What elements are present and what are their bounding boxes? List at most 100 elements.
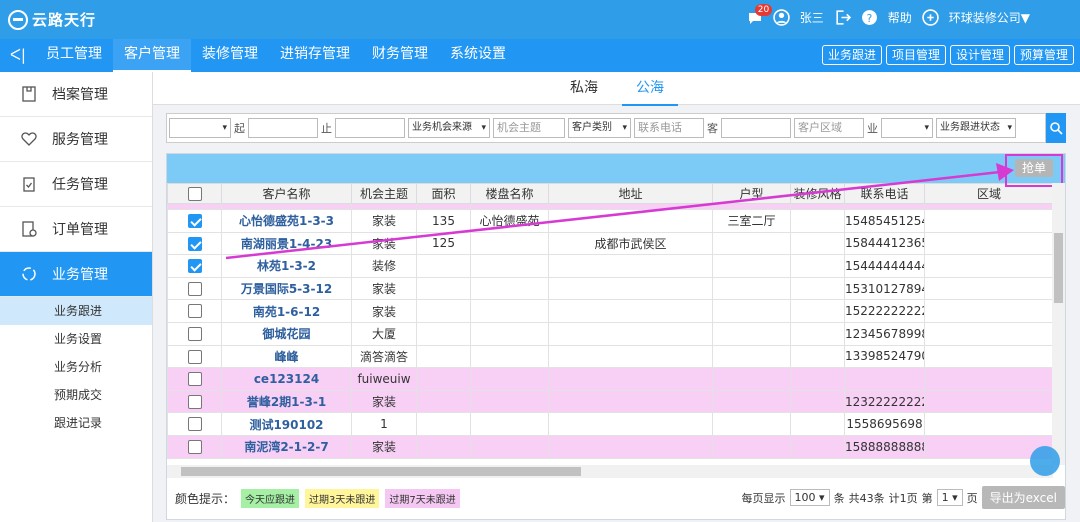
date-type-select[interactable] [169, 118, 231, 138]
row-select-cell[interactable] [167, 412, 222, 436]
collapse-icon[interactable]: ᐸ| [10, 46, 26, 64]
row-select-cell[interactable] [167, 254, 222, 278]
table-row[interactable]: 南苑1-6-12 家装 15222222222 [167, 299, 1054, 323]
row-checkbox[interactable] [187, 372, 202, 387]
row-checkbox[interactable] [187, 417, 202, 432]
row-select-cell[interactable] [167, 299, 222, 323]
scroll-thumb[interactable] [1054, 233, 1063, 303]
row-select-cell[interactable] [167, 367, 222, 391]
row-select-cell[interactable] [167, 434, 222, 459]
row-checkbox[interactable] [187, 236, 202, 251]
row-select-cell[interactable] [167, 209, 222, 233]
table-row[interactable]: 南泥湾2-1-2-7 家装 15888888888 [167, 434, 1054, 459]
customer-name-cell[interactable]: 御城花园 [221, 321, 352, 346]
row-checkbox[interactable] [187, 281, 202, 296]
customer-name-cell[interactable]: ce123124 [221, 367, 352, 391]
row-select-cell[interactable] [167, 344, 222, 369]
col-header[interactable]: 装修风格 [790, 183, 845, 204]
row-checkbox[interactable] [187, 349, 202, 364]
follow-status-select[interactable]: 业务跟进状态 [936, 118, 1016, 138]
nav-item-customer[interactable]: 客户管理 [113, 39, 191, 72]
col-header[interactable]: 机会主题 [351, 183, 417, 204]
vertical-scrollbar[interactable] [1052, 183, 1065, 465]
user-name[interactable]: 张三 [800, 9, 824, 26]
table-row[interactable]: ce123124 fuiweuiw [167, 367, 1054, 391]
nav-item-staff[interactable]: 员工管理 [35, 39, 113, 72]
subject-input[interactable]: 机会主题 [493, 118, 565, 138]
area-input[interactable]: 客户区域 [794, 118, 864, 138]
sidebar-item-business[interactable]: 业务管理 [0, 252, 152, 297]
budget-button[interactable]: 预算管理 [1013, 45, 1074, 65]
logout-icon[interactable] [834, 9, 851, 26]
table-row[interactable]: 峰峰 滴答滴答 13398524790 [167, 344, 1054, 369]
customer-name-cell[interactable]: 心怡德盛苑1-3-3 [221, 209, 352, 233]
table-row[interactable]: 誉峰2期1-3-1 家装 12322222222 [167, 389, 1054, 414]
row-checkbox[interactable] [187, 259, 202, 274]
design-button[interactable]: 设计管理 [949, 45, 1010, 65]
company-dropdown[interactable]: 环球装修公司▼ [949, 9, 1030, 26]
col-header[interactable]: 面积 [416, 183, 471, 204]
row-select-cell[interactable] [167, 276, 222, 301]
project-button[interactable]: 项目管理 [885, 45, 946, 65]
app-logo[interactable]: 云路天行 [8, 9, 96, 30]
row-checkbox[interactable] [187, 214, 202, 229]
col-header[interactable]: 地址 [548, 183, 713, 204]
nav-item-inventory[interactable]: 进销存管理 [269, 39, 361, 72]
search-button[interactable] [1046, 113, 1066, 143]
col-header[interactable]: 户型 [712, 183, 791, 204]
sidebar-sub-records[interactable]: 跟进记录 [0, 409, 152, 437]
customer-type-select[interactable]: 客户类别 [568, 118, 631, 138]
nav-item-decoration[interactable]: 装修管理 [191, 39, 269, 72]
sidebar-sub-follow-up[interactable]: 业务跟进 [0, 297, 152, 325]
tab-private-pool[interactable]: 私海 [570, 72, 598, 104]
tab-public-pool[interactable]: 公海 [622, 72, 678, 106]
follow-up-button[interactable]: 业务跟进 [821, 45, 882, 65]
horizontal-scrollbar[interactable] [167, 465, 1053, 478]
sidebar-item-service[interactable]: 服务管理 [0, 117, 152, 162]
page-select[interactable]: 1 ▾ [936, 489, 963, 506]
row-checkbox[interactable] [187, 394, 202, 409]
customer-name-cell[interactable]: 誉峰2期1-3-1 [221, 389, 352, 414]
row-select-cell[interactable] [167, 321, 222, 346]
sidebar-sub-settings[interactable]: 业务设置 [0, 325, 152, 353]
sidebar-sub-analysis[interactable]: 业务分析 [0, 353, 152, 381]
customer-name-cell[interactable]: 南泥湾2-1-2-7 [221, 434, 352, 459]
source-select[interactable]: 业务机会来源 [408, 118, 490, 138]
guest-input[interactable] [721, 118, 791, 138]
phone-input[interactable]: 联系电话 [634, 118, 704, 138]
customer-name-cell[interactable]: 测试190102 [221, 412, 352, 436]
sidebar-sub-expected-deal[interactable]: 预期成交 [0, 381, 152, 409]
customer-name-cell[interactable]: 南湖丽景1-4-23 [221, 231, 352, 256]
nav-item-settings[interactable]: 系统设置 [439, 39, 517, 72]
customer-name-cell[interactable]: 南苑1-6-12 [221, 299, 352, 323]
customer-name-cell[interactable]: 峰峰 [221, 344, 352, 369]
sidebar-item-order[interactable]: 订单管理 [0, 207, 152, 252]
per-page-select[interactable]: 100 ▾ [789, 489, 830, 506]
start-date-input[interactable] [248, 118, 318, 138]
row-select-cell[interactable] [167, 231, 222, 256]
col-header[interactable]: 客户名称 [221, 183, 352, 204]
sidebar-item-archive[interactable]: 档案管理 [0, 72, 152, 117]
table-row[interactable]: 林苑1-3-2 装修 15444444444 [167, 254, 1054, 278]
row-select-cell[interactable] [167, 389, 222, 414]
help-link[interactable]: 帮助 [888, 9, 912, 26]
end-date-input[interactable] [335, 118, 405, 138]
col-header[interactable]: 楼盘名称 [470, 183, 549, 204]
floating-help-icon[interactable] [1030, 446, 1060, 476]
select-all-checkbox[interactable] [187, 186, 202, 201]
export-excel-button[interactable]: 导出为excel [981, 486, 1065, 509]
scroll-thumb[interactable] [181, 467, 581, 476]
col-header[interactable]: 联系电话 [844, 183, 925, 204]
table-row[interactable]: 南湖丽景1-4-23 家装 125 成都市武侯区 15844412365 [167, 231, 1054, 256]
table-row[interactable]: 万景国际5-3-12 家装 15310127894 [167, 276, 1054, 301]
table-row[interactable]: 御城花园 大厦 12345678998 [167, 321, 1054, 346]
table-row[interactable]: 测试190102 1 1558695698 [167, 412, 1054, 436]
notification-button[interactable]: 20 [747, 3, 773, 26]
row-checkbox[interactable] [187, 304, 202, 319]
customer-name-cell[interactable]: 林苑1-3-2 [221, 254, 352, 278]
table-row[interactable]: 心怡德盛苑1-3-3 家装 135 心怡德盛苑 三室二厅 15485451254 [167, 209, 1054, 233]
header-select-all[interactable] [167, 183, 222, 204]
biz-select[interactable] [881, 118, 933, 138]
customer-name-cell[interactable]: 万景国际5-3-12 [221, 276, 352, 301]
row-checkbox[interactable] [187, 439, 202, 454]
